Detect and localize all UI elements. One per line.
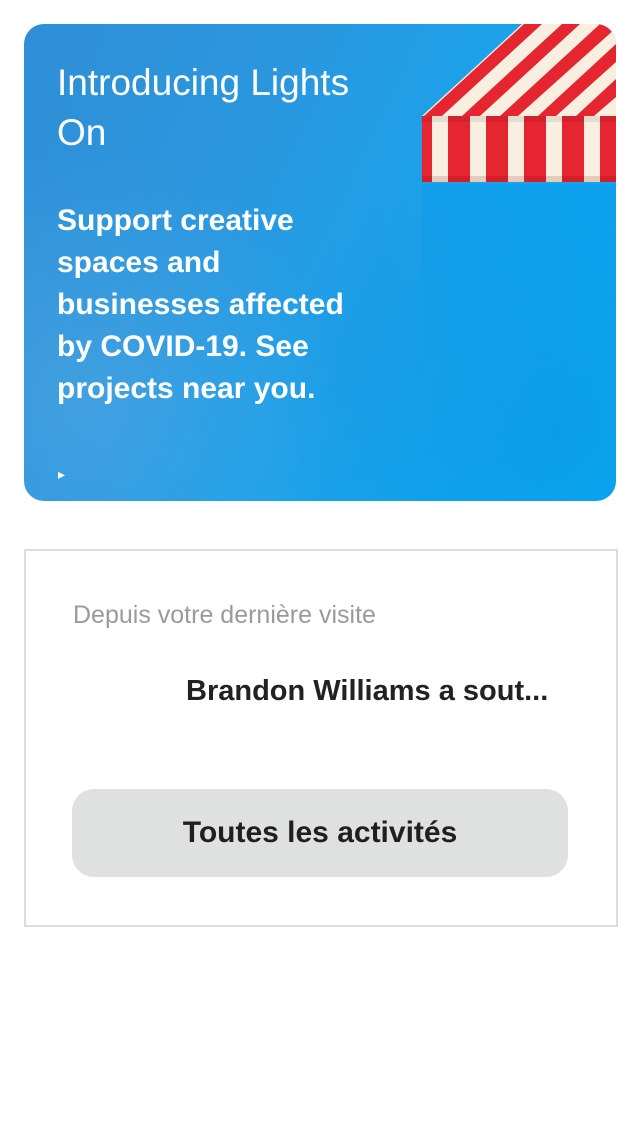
awning-shadow bbox=[422, 184, 616, 501]
activity-item[interactable]: Brandon Williams a sout... bbox=[186, 673, 566, 709]
lights-on-promo-card[interactable]: Introducing Lights On Support creative s… bbox=[24, 24, 616, 501]
play-icon[interactable]: ▸ bbox=[58, 464, 65, 484]
activity-heading: Depuis votre dernière visite bbox=[73, 601, 376, 629]
activity-card: Depuis votre dernière visite Brandon Wil… bbox=[24, 549, 618, 927]
all-activity-button[interactable]: Toutes les activités bbox=[72, 789, 568, 877]
promo-title: Introducing Lights On bbox=[57, 62, 350, 153]
striped-awning-illustration bbox=[422, 24, 616, 182]
promo-description: Support creative spaces and businesses a… bbox=[57, 204, 344, 405]
